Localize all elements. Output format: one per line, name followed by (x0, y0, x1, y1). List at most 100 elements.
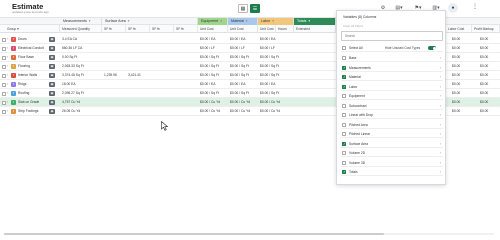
col-header-group[interactable]: Group ▾ (0, 25, 60, 33)
row-material-unit-cost[interactable]: $0.00 / LF (230, 44, 258, 53)
panel-item-checkbox[interactable] (342, 103, 346, 108)
chevron-right-icon[interactable]: › (440, 159, 441, 167)
panel-item[interactable]: Volume 3D › (341, 159, 443, 167)
panel-item[interactable]: ✓ Totals › (341, 168, 443, 176)
chevron-right-icon[interactable]: › (440, 111, 441, 119)
panel-search-input[interactable] (341, 31, 443, 41)
panel-item[interactable]: ✓ Measurements › (341, 64, 443, 72)
chevron-right-icon[interactable]: › (440, 102, 441, 110)
row-checkbox[interactable] (2, 83, 6, 87)
takeoff-thumbnail-icon[interactable]: ▣ (49, 91, 55, 96)
row-checkbox[interactable] (2, 38, 6, 42)
row-labor-unit-cost[interactable]: $0.00 / Cu Yd (260, 107, 294, 116)
row-equipment-unit-cost[interactable]: $0.00 / Sq Ft (200, 53, 228, 62)
panel-item[interactable]: ✓ Labor › (341, 83, 443, 91)
row-checkbox[interactable] (2, 110, 6, 114)
row-equipment-unit-cost[interactable]: $0.00 / Cu Yd (200, 107, 228, 116)
chevron-right-icon[interactable]: › (440, 83, 441, 91)
chevron-right-icon[interactable]: › (7, 89, 8, 98)
row-equipment-unit-cost[interactable]: $0.00 / Sq Ft (200, 62, 228, 71)
chevron-right-icon[interactable]: › (440, 121, 441, 129)
row-material-unit-cost[interactable]: $0.00 / Sq Ft (230, 62, 258, 71)
group-totals[interactable]: Totals ▾ (294, 18, 336, 25)
panel-item-checkbox[interactable] (342, 160, 346, 165)
chevron-right-icon[interactable]: › (440, 140, 441, 148)
row-labor-unit-cost[interactable]: $0.00 / Sq Ft (260, 89, 294, 98)
chevron-right-icon[interactable]: › (7, 53, 8, 62)
col-header-equipment-unit-cost[interactable]: Unit Cost (198, 25, 228, 33)
row-checkbox[interactable] (2, 101, 6, 105)
panel-item-checkbox[interactable] (342, 113, 346, 117)
chevron-right-icon[interactable]: › (440, 92, 441, 100)
row-labor-unit-cost[interactable]: $0.00 / LF (260, 44, 294, 53)
scrollbar-thumb[interactable] (4, 233, 384, 235)
panel-item-checkbox[interactable]: ✓ (342, 141, 346, 146)
row-equipment-unit-cost[interactable]: $0.00 / EA (200, 35, 228, 44)
grid-view-button[interactable]: ▦ (238, 4, 248, 13)
row-material-unit-cost[interactable]: $0.00 / Sq Ft (230, 53, 258, 62)
row-checkbox[interactable] (2, 47, 6, 51)
row-equipment-unit-cost[interactable]: $0.00 / Sq Ft (200, 89, 228, 98)
panel-item[interactable]: Linear with Drop › (341, 111, 443, 119)
panel-item[interactable]: Subcontract › (341, 102, 443, 110)
chevron-right-icon[interactable]: › (7, 44, 8, 53)
chevron-right-icon[interactable]: › (7, 71, 8, 80)
select-all-checkbox[interactable] (342, 46, 346, 50)
col-header-sf1[interactable]: SF ft² (102, 25, 126, 33)
row-material-unit-cost[interactable]: $0.00 / Sq Ft (230, 71, 258, 80)
col-header-sf4[interactable]: SF ft² (174, 25, 198, 33)
takeoff-thumbnail-icon[interactable]: ▣ (49, 37, 55, 42)
chevron-right-icon[interactable]: › (440, 64, 441, 72)
col-header-sf2[interactable]: SF ft² (126, 25, 150, 33)
row-labor-unit-cost[interactable]: $0.00 / Sq Ft (260, 62, 294, 71)
row-material-unit-cost[interactable]: $0.00 / Sq Ft (230, 89, 258, 98)
panel-item-checkbox[interactable] (342, 56, 346, 60)
panel-item[interactable]: Volume 2D › (341, 149, 443, 157)
chevron-right-icon[interactable]: › (440, 73, 441, 81)
horizontal-scrollbar[interactable] (4, 233, 494, 235)
row-material-unit-cost[interactable]: $0.00 / Cu Yd (230, 98, 258, 107)
more-button[interactable]: ⋮ (470, 3, 480, 13)
select-all-row[interactable]: Select All Hide Unused Cost Types (341, 44, 443, 52)
group-measurements[interactable]: Measurements ▾ (60, 18, 102, 25)
row-checkbox[interactable] (2, 65, 6, 69)
panel-item-checkbox[interactable] (342, 94, 346, 98)
row-material-unit-cost[interactable]: $0.00 / EA (230, 35, 258, 44)
takeoff-thumbnail-icon[interactable]: ▣ (49, 55, 55, 60)
chevron-right-icon[interactable]: › (440, 54, 441, 62)
takeoff-thumbnail-icon[interactable]: ▣ (49, 64, 55, 69)
clear-filters-link[interactable]: Clear All Filters (343, 24, 363, 28)
panel-item-checkbox[interactable]: ✓ (342, 84, 346, 89)
row-checkbox[interactable] (2, 56, 6, 60)
row-checkbox[interactable] (2, 74, 6, 78)
takeoff-thumbnail-icon[interactable]: ▣ (49, 100, 55, 105)
row-labor-unit-cost[interactable]: $0.00 / Cu Yd (260, 98, 294, 107)
col-header-quantity[interactable]: Measured Quantity (60, 25, 102, 33)
chevron-right-icon[interactable]: › (440, 149, 441, 157)
chevron-right-icon[interactable]: › (7, 35, 8, 44)
panel-item[interactable]: Pitched Area › (341, 121, 443, 129)
row-equipment-unit-cost[interactable]: $0.00 / LF (200, 44, 228, 53)
group-labor[interactable]: Labor ▾ (258, 18, 294, 25)
group-material[interactable]: Material ▾ (228, 18, 258, 25)
row-labor-unit-cost[interactable]: $0.00 / EA (260, 35, 294, 44)
takeoff-thumbnail-icon[interactable]: ▣ (49, 46, 55, 51)
panel-item-checkbox[interactable]: ✓ (342, 75, 346, 79)
group-surface-area[interactable]: Surface Area ▾ (102, 18, 198, 25)
chevron-right-icon[interactable]: › (440, 168, 441, 176)
panel-item-checkbox[interactable] (342, 122, 346, 127)
panel-item-checkbox[interactable]: ✓ (342, 65, 346, 70)
chevron-right-icon[interactable]: › (7, 80, 8, 89)
chevron-right-icon[interactable]: › (7, 62, 8, 71)
panel-item-checkbox[interactable] (342, 132, 346, 136)
table-view-button[interactable]: ☰ (250, 4, 260, 13)
col-header-sf3[interactable]: SF ft² (150, 25, 174, 33)
panel-item[interactable]: Base › (341, 54, 443, 62)
row-material-unit-cost[interactable]: $0.00 / EA (230, 80, 258, 89)
row-equipment-unit-cost[interactable]: $0.00 / EA (200, 80, 228, 89)
row-checkbox[interactable] (2, 92, 6, 96)
row-equipment-unit-cost[interactable]: $0.00 / Cu Yd (200, 98, 228, 107)
col-header-labor-unit-cost[interactable]: Unit Cost (258, 25, 276, 33)
takeoff-thumbnail-icon[interactable]: ▣ (49, 109, 55, 114)
panel-item[interactable]: ✓ Surface Area › (341, 140, 443, 148)
